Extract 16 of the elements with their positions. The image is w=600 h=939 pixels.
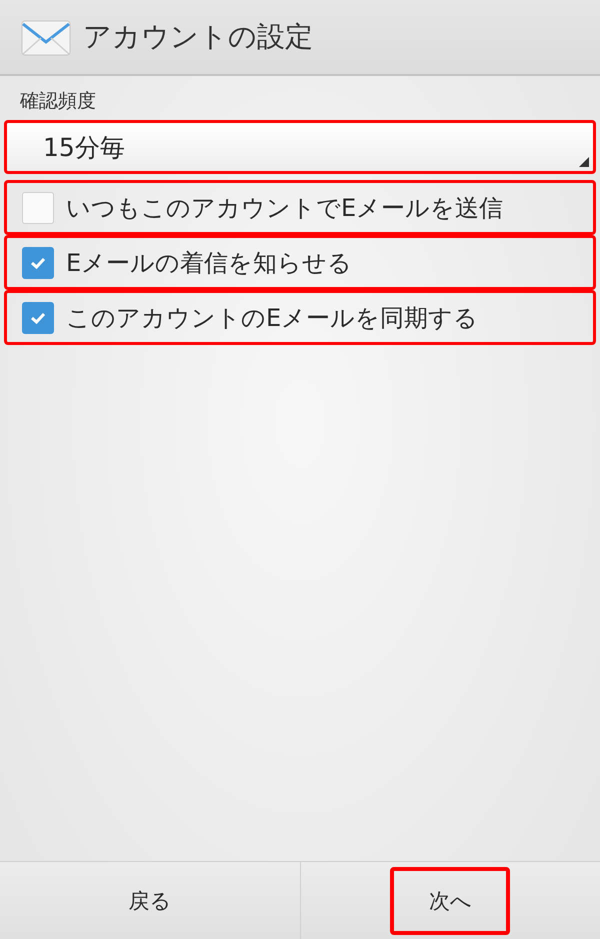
checkbox[interactable] [22, 302, 54, 334]
checkbox-row[interactable]: このアカウントのEメールを同期する [4, 290, 596, 345]
back-button[interactable]: 戻る [90, 866, 210, 934]
screen-title: アカウントの設定 [83, 19, 313, 55]
option-label: このアカウントのEメールを同期する [66, 302, 478, 334]
checkbox[interactable] [22, 246, 54, 278]
next-button[interactable]: 次へ [390, 866, 510, 934]
option-label: いつもこのアカウントでEメールを送信 [66, 192, 504, 224]
checkbox[interactable] [22, 192, 54, 224]
dropdown-arrow-icon [579, 157, 589, 167]
envelope-icon [21, 20, 71, 56]
option-label: Eメールの着信を知らせる [66, 248, 352, 278]
frequency-dropdown[interactable]: 15分毎 [4, 120, 596, 174]
checkbox-row[interactable]: いつもこのアカウントでEメールを送信 [4, 180, 596, 235]
field-label: 確認頻度 [20, 89, 97, 114]
checkbox-row[interactable]: Eメールの着信を知らせる [4, 235, 596, 290]
